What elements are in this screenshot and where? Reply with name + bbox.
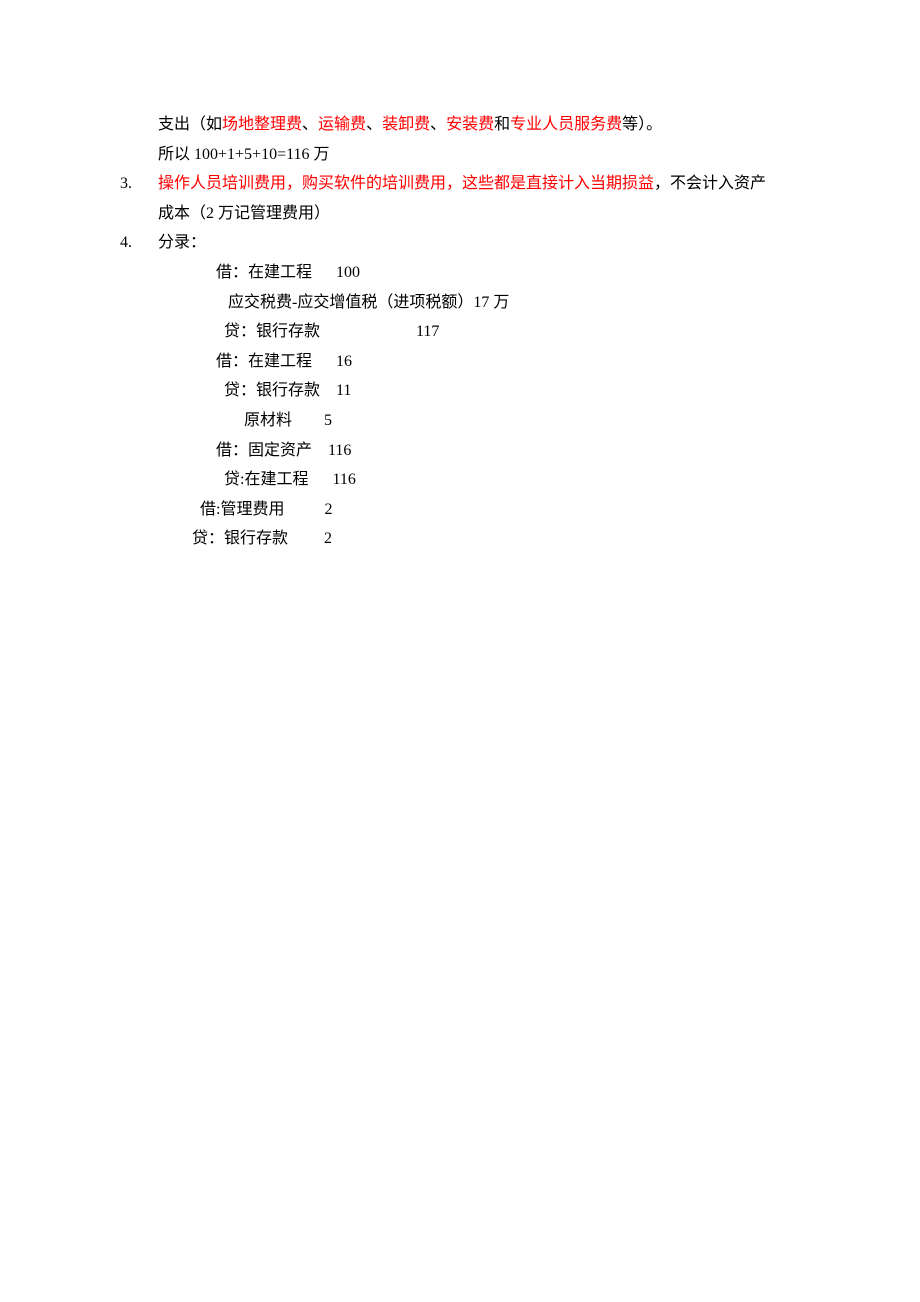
highlight-site-fee: 场地整理费 <box>222 116 302 133</box>
journal-entry-line: 贷：银行存款 2 <box>120 524 800 554</box>
list-number: 3. <box>120 169 158 228</box>
text: 和 <box>494 116 510 133</box>
highlight-transport-fee: 运输费 <box>318 116 366 133</box>
journal-entry-line: 借：在建工程 16 <box>120 347 800 377</box>
journal-entry-line: 贷:在建工程 116 <box>120 465 800 495</box>
text: 、 <box>430 116 446 133</box>
text: 等）。 <box>622 116 662 133</box>
list-body-3: 操作人员培训费用，购买软件的培训费用，这些都是直接计入当期损益，不会计入资产 成… <box>158 169 800 228</box>
journal-entry-line: 借:管理费用 2 <box>120 495 800 525</box>
list-item-3: 3. 操作人员培训费用，购买软件的培训费用，这些都是直接计入当期损益，不会计入资… <box>120 169 800 228</box>
text: 支出（如 <box>158 116 222 133</box>
text: 、 <box>302 116 318 133</box>
para-expense-types: 支出（如场地整理费、运输费、装卸费、安装费和专业人员服务费等）。 <box>120 110 800 140</box>
list-number: 4. <box>120 228 158 258</box>
journal-entry-line: 原材料 5 <box>120 406 800 436</box>
calculation-line: 所以 100+1+5+10=116 万 <box>120 140 800 170</box>
journal-entry-line: 应交税费-应交增值税（进项税额）17 万 <box>120 288 800 318</box>
list-body-4: 分录： <box>158 228 800 258</box>
journal-entry-line: 贷：银行存款 11 <box>120 376 800 406</box>
journal-entry-line: 借：在建工程 100 <box>120 258 800 288</box>
list-item-4: 4. 分录： <box>120 228 800 258</box>
highlight-loading-fee: 装卸费 <box>382 116 430 133</box>
text: 、 <box>366 116 382 133</box>
highlight-install-fee: 安装费 <box>446 116 494 133</box>
highlight-service-fee: 专业人员服务费 <box>510 116 622 133</box>
list-body-3-line2: 成本（2 万记管理费用） <box>158 199 800 229</box>
journal-entry-line: 贷：银行存款 117 <box>120 317 800 347</box>
text: ，不会计入资产 <box>654 175 766 192</box>
journal-entry-line: 借：固定资产 116 <box>120 436 800 466</box>
highlight-training-fee: 操作人员培训费用，购买软件的培训费用，这些都是直接计入当期损益 <box>158 175 654 192</box>
